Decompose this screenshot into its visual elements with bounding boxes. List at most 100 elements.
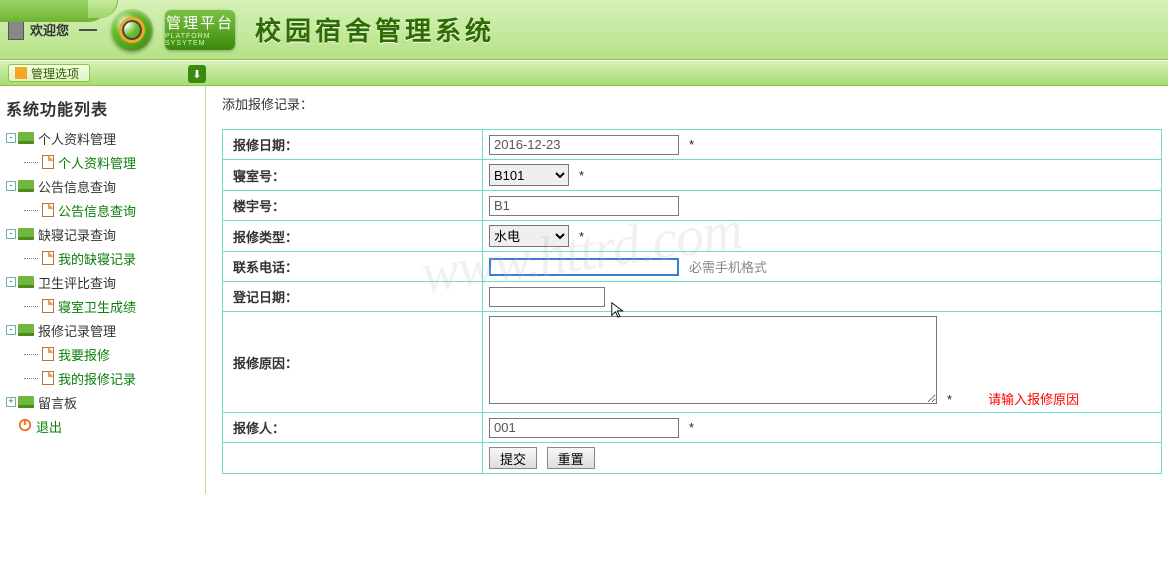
sidebar-logout-label[interactable]: 退出 <box>36 417 62 436</box>
manage-options-label: 管理选项 <box>31 65 79 82</box>
sidebar-logout[interactable]: 退出 <box>2 414 205 438</box>
collapse-icon: - <box>6 325 16 335</box>
required-star: * <box>947 392 952 407</box>
building-no-input[interactable] <box>489 196 679 216</box>
document-icon <box>42 371 54 385</box>
sidebar-group-label: 报修记录管理 <box>38 321 116 340</box>
badge-title: 管理平台 <box>166 12 234 33</box>
top-bar: 欢迎您 管理平台 PLATFORM SYSYTEM 校园宿舍管理系统 <box>0 0 1168 60</box>
reason-label: 报修原因： <box>223 312 483 413</box>
folder-icon <box>18 324 34 336</box>
folder-icon <box>18 396 34 408</box>
folder-icon <box>18 276 34 288</box>
main-content: 添加报修记录： 报修日期： * 寝室号： B101 * 楼宇号： 报修类型： 水电… <box>206 86 1168 494</box>
reporter-label: 报修人： <box>223 413 483 443</box>
document-icon <box>42 347 54 361</box>
tree-line-icon <box>24 210 38 211</box>
tree-line-icon <box>24 354 38 355</box>
document-icon <box>42 155 54 169</box>
system-title: 校园宿舍管理系统 <box>255 11 495 48</box>
reg-date-label: 登记日期： <box>223 282 483 312</box>
form-title: 添加报修记录： <box>222 94 1162 113</box>
badge-subtitle: PLATFORM SYSYTEM <box>165 33 235 47</box>
collapse-icon: - <box>6 277 16 287</box>
sidebar-group-label: 留言板 <box>38 393 77 412</box>
download-arrow-icon: ⬇ <box>192 68 201 81</box>
required-star: * <box>689 137 694 152</box>
reason-textarea[interactable] <box>489 316 937 404</box>
sidebar-group-personal[interactable]: - 个人资料管理 <box>2 126 205 150</box>
required-star: * <box>579 168 584 183</box>
sidebar-heading: 系统功能列表 <box>0 92 205 124</box>
folder-icon <box>18 180 34 192</box>
greeting-text: 欢迎您 <box>30 20 69 39</box>
required-star: * <box>689 420 694 435</box>
folder-icon <box>18 228 34 240</box>
sidebar-tree: - 个人资料管理 个人资料管理 - 公告信息查询 公告信息查询 - 缺寝记录查询 我的… <box>0 124 205 458</box>
sidebar-item-label[interactable]: 公告信息查询 <box>58 201 136 220</box>
power-icon <box>18 418 36 435</box>
sidebar-group-notice[interactable]: - 公告信息查询 <box>2 174 205 198</box>
reporter-input[interactable] <box>489 418 679 438</box>
required-star: * <box>579 229 584 244</box>
repair-form: 报修日期： * 寝室号： B101* 楼宇号： 报修类型： 水电* 联系电话： … <box>222 129 1162 474</box>
header-notch-2 <box>88 0 118 18</box>
platform-logo-icon <box>111 9 153 51</box>
collapse-icon: - <box>6 229 16 239</box>
sidebar-item-label[interactable]: 寝室卫生成绩 <box>58 297 136 316</box>
collapse-button[interactable]: ⬇ <box>188 65 206 83</box>
sidebar-item-personal-info[interactable]: 个人资料管理 <box>2 150 205 174</box>
sidebar-group-guestbook[interactable]: + 留言板 <box>2 390 205 414</box>
sidebar-item-new-repair[interactable]: 我要报修 <box>2 342 205 366</box>
sidebar-group-repair[interactable]: - 报修记录管理 <box>2 318 205 342</box>
sidebar-item-hygiene-score[interactable]: 寝室卫生成绩 <box>2 294 205 318</box>
sidebar-group-hygiene[interactable]: - 卫生评比查询 <box>2 270 205 294</box>
reset-button[interactable]: 重置 <box>547 447 595 469</box>
sidebar-group-label: 卫生评比查询 <box>38 273 116 292</box>
tree-line-icon <box>24 378 38 379</box>
repair-type-select[interactable]: 水电 <box>489 225 569 247</box>
actions-label <box>223 443 483 474</box>
dorm-no-label: 寝室号： <box>223 160 483 191</box>
sidebar-item-label[interactable]: 个人资料管理 <box>58 153 136 172</box>
collapse-icon: - <box>6 181 16 191</box>
sidebar-group-label: 个人资料管理 <box>38 129 116 148</box>
repair-date-label: 报修日期： <box>223 130 483 160</box>
sidebar-item-label[interactable]: 我要报修 <box>58 345 110 364</box>
folder-icon <box>18 132 34 144</box>
reason-error: 请输入报修原因 <box>988 392 1079 407</box>
dorm-no-select[interactable]: B101 <box>489 164 569 186</box>
sidebar-item-notice[interactable]: 公告信息查询 <box>2 198 205 222</box>
sidebar-item-label[interactable]: 我的缺寝记录 <box>58 249 136 268</box>
sidebar-group-absence[interactable]: - 缺寝记录查询 <box>2 222 205 246</box>
avatar-icon <box>8 20 24 40</box>
tree-end-icon <box>6 421 16 431</box>
document-icon <box>42 203 54 217</box>
phone-hint: 必需手机格式 <box>689 260 767 275</box>
building-no-label: 楼宇号： <box>223 191 483 221</box>
separator-dash-icon <box>79 29 97 31</box>
sidebar-group-label: 缺寝记录查询 <box>38 225 116 244</box>
reg-date-input[interactable] <box>489 287 605 307</box>
repair-type-label: 报修类型： <box>223 221 483 252</box>
sidebar-item-label[interactable]: 我的报修记录 <box>58 369 136 388</box>
phone-input[interactable] <box>489 258 679 276</box>
document-icon <box>42 299 54 313</box>
document-icon <box>42 251 54 265</box>
sidebar: 系统功能列表 - 个人资料管理 个人资料管理 - 公告信息查询 公告信息查询 - 缺寝… <box>0 86 206 494</box>
collapse-icon: - <box>6 133 16 143</box>
expand-icon: + <box>6 397 16 407</box>
manage-options-button[interactable]: 管理选项 <box>8 64 90 82</box>
tree-line-icon <box>24 162 38 163</box>
sidebar-item-my-repair[interactable]: 我的报修记录 <box>2 366 205 390</box>
repair-date-input[interactable] <box>489 135 679 155</box>
tree-line-icon <box>24 306 38 307</box>
secondary-bar: 管理选项 ⬇ <box>0 60 1168 86</box>
tree-line-icon <box>24 258 38 259</box>
sidebar-group-label: 公告信息查询 <box>38 177 116 196</box>
sidebar-item-my-absence[interactable]: 我的缺寝记录 <box>2 246 205 270</box>
platform-badge: 管理平台 PLATFORM SYSYTEM <box>165 10 235 50</box>
grid-icon <box>15 67 27 79</box>
phone-label: 联系电话： <box>223 252 483 282</box>
submit-button[interactable]: 提交 <box>489 447 537 469</box>
